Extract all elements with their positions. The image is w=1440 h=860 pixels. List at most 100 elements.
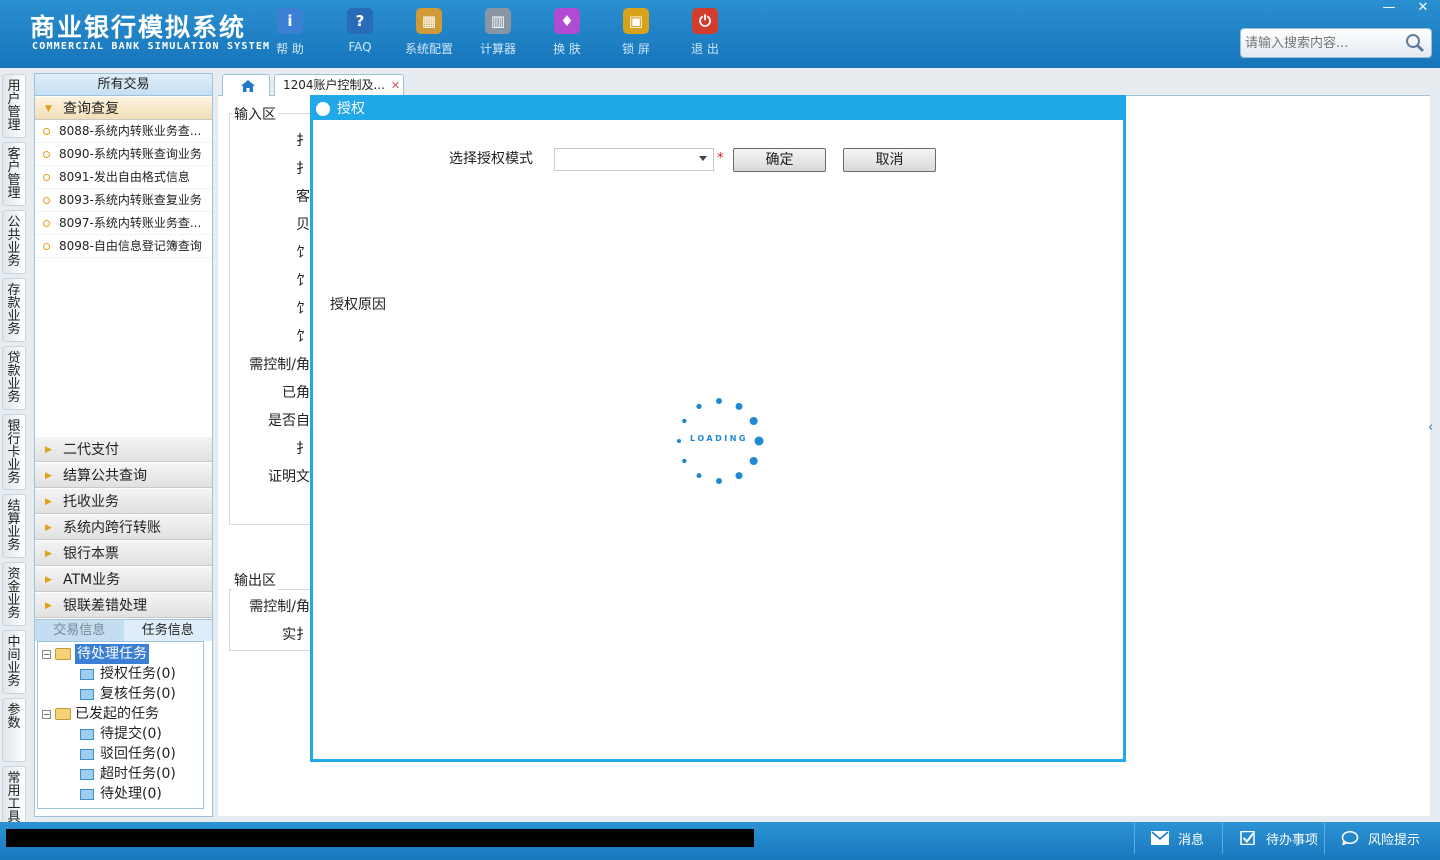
envelope-icon: [1151, 831, 1169, 845]
left-nav-item[interactable]: 资金业务: [2, 562, 26, 626]
dialog-icon: [316, 102, 330, 116]
messages-button[interactable]: 消息: [1134, 822, 1222, 854]
left-nav-label: 资金业务: [7, 567, 21, 621]
toolbar-item-label: 系统配置: [404, 42, 453, 56]
left-nav-item[interactable]: 常用工具: [2, 766, 26, 830]
menu-group[interactable]: ▶ 银联差错处理: [35, 592, 212, 618]
confirm-button[interactable]: 确定: [733, 148, 826, 172]
loading-text: LOADING: [690, 434, 748, 443]
search-box[interactable]: [1240, 28, 1432, 58]
list-icon: [80, 788, 94, 800]
bullet-icon: [43, 220, 50, 227]
menu-group-open[interactable]: ▼ 查询查复: [35, 96, 212, 120]
list-icon: [80, 748, 94, 760]
spinner-dot: [716, 398, 722, 404]
toolbar-item[interactable]: ▣ 锁 屏: [605, 8, 667, 62]
tree-node-auth[interactable]: 授权任务(0): [80, 664, 176, 684]
spinner-dot: [749, 457, 758, 465]
search-icon[interactable]: [1404, 32, 1426, 54]
cancel-button[interactable]: 取消: [843, 148, 936, 172]
menu-trade-item[interactable]: 8097-系统内转账业务查...: [35, 212, 212, 235]
tshirt-icon: ♦: [554, 8, 580, 34]
menu-trade-item[interactable]: 8088-系统内转账业务查...: [35, 120, 212, 143]
collapse-icon[interactable]: −: [42, 649, 51, 659]
output-field-label: 需控制/角: [249, 599, 310, 615]
bullet-icon: [43, 174, 50, 181]
checkbox-icon: [1240, 831, 1255, 845]
toolbar-item[interactable]: ⏻ 退 出: [674, 8, 736, 62]
left-nav-item[interactable]: 参数: [2, 698, 26, 762]
dropdown-arrow-icon[interactable]: [699, 156, 707, 161]
tab-close-icon[interactable]: ✕: [391, 79, 400, 92]
left-nav-label: 用户管理: [7, 79, 21, 133]
tree-node-timeout[interactable]: 超时任务(0): [80, 764, 176, 784]
auth-mode-label: 选择授权模式: [449, 151, 533, 167]
menu-group-label: 系统内跨行转账: [63, 520, 161, 536]
output-legend: 输出区: [232, 570, 278, 590]
toolbar-item-label: 计算器: [479, 42, 516, 56]
search-input[interactable]: [1241, 29, 1399, 57]
menu-trade-item[interactable]: 8093-系统内转账查复业务: [35, 189, 212, 212]
input-legend: 输入区: [232, 104, 278, 124]
menu-group[interactable]: ▶ ATM业务: [35, 566, 212, 592]
menu-group[interactable]: ▶ 银行本票: [35, 540, 212, 566]
toolbar-item[interactable]: ♦ 换 肤: [536, 8, 598, 62]
menu-group-label: 查询查复: [63, 101, 119, 117]
all-trades-header[interactable]: 所有交易: [35, 74, 212, 96]
input-field-label: 客: [296, 189, 310, 205]
open-group-items: 8088-系统内转账业务查... 8090-系统内转账查询业务 8091-发出自由格…: [35, 120, 212, 258]
menu-group[interactable]: ▶ 托收业务: [35, 488, 212, 514]
tree-node-pending[interactable]: − 待处理任务: [42, 644, 149, 664]
left-nav-item[interactable]: 结算业务: [2, 494, 26, 558]
tab-current[interactable]: 1204账户控制及... ✕: [274, 74, 404, 96]
input-field-label: 是否自: [268, 413, 310, 429]
left-nav-label: 贷款业务: [7, 351, 21, 405]
tree-node-pending-handle[interactable]: 待处理(0): [80, 784, 162, 804]
toolbar-item[interactable]: ▦ 系统配置: [398, 8, 460, 62]
menu-trade-item[interactable]: 8098-自由信息登记簿查询: [35, 235, 212, 258]
menu-trade-item[interactable]: 8090-系统内转账查询业务: [35, 143, 212, 166]
left-nav-item[interactable]: 贷款业务: [2, 346, 26, 410]
loading-spinner: LOADING: [671, 393, 767, 489]
menu-group[interactable]: ▶ 系统内跨行转账: [35, 514, 212, 540]
tab-home[interactable]: [222, 74, 270, 96]
todo-button[interactable]: 待办事项: [1222, 822, 1324, 854]
left-nav-item[interactable]: 银行卡业务: [2, 414, 26, 490]
tab-bar: 1204账户控制及... ✕: [218, 72, 1430, 96]
lock-icon: ▣: [623, 8, 649, 34]
risk-alert-button[interactable]: 风险提示: [1324, 822, 1440, 854]
collapse-icon[interactable]: −: [42, 709, 51, 719]
menu-group-label: 银联差错处理: [63, 598, 147, 614]
menu-trade-item[interactable]: 8091-发出自由格式信息: [35, 166, 212, 189]
collapse-right-icon[interactable]: ‹: [1428, 420, 1440, 470]
collapsed-arrow-icon: ▶: [45, 601, 52, 611]
toolbox-icon: ▦: [416, 8, 442, 34]
left-nav-item[interactable]: 存款业务: [2, 278, 26, 342]
faq-icon: ?: [347, 8, 373, 34]
left-nav-item[interactable]: 公共业务: [2, 210, 26, 274]
menu-group[interactable]: ▶ 结算公共查询: [35, 462, 212, 488]
tab-trade-info[interactable]: 交易信息: [35, 620, 124, 641]
toolbar-item-label: 换 肤: [553, 42, 581, 56]
input-field-label: 扌: [296, 441, 310, 457]
toolbar-item[interactable]: ? FAQ: [329, 8, 391, 62]
auth-mode-select[interactable]: [554, 148, 714, 171]
tree-node-to-submit[interactable]: 待提交(0): [80, 724, 162, 744]
tree-node-review[interactable]: 复核任务(0): [80, 684, 176, 704]
menu-group[interactable]: ▶ 二代支付: [35, 436, 212, 462]
collapsed-arrow-icon: ▶: [45, 575, 52, 585]
menu-trade-item-label: 8090-系统内转账查询业务: [59, 147, 202, 161]
tree-node-initiated[interactable]: − 已发起的任务: [42, 704, 159, 724]
tab-task-info[interactable]: 任务信息: [123, 620, 212, 641]
left-nav-label: 公共业务: [7, 215, 21, 269]
tree-node-rejected[interactable]: 驳回任务(0): [80, 744, 176, 764]
left-nav-item[interactable]: 用户管理: [2, 74, 26, 138]
toolbar-item[interactable]: i 帮 助: [259, 8, 321, 62]
menu-groups: ▶ 二代支付 ▶ 结算公共查询 ▶ 托收业务 ▶ 系统内跨行转账 ▶ 银行本票 ▶ ATM业务 ▶ 银联差…: [35, 436, 212, 618]
toolbar-item[interactable]: ▥ 计算器: [467, 8, 529, 62]
left-nav-item[interactable]: 中间业务: [2, 630, 26, 694]
minimize-button[interactable]: —: [1378, 0, 1400, 18]
left-nav-item[interactable]: 客户管理: [2, 142, 26, 206]
close-window-button[interactable]: ✕: [1412, 0, 1434, 18]
spinner-dot: [735, 402, 743, 410]
